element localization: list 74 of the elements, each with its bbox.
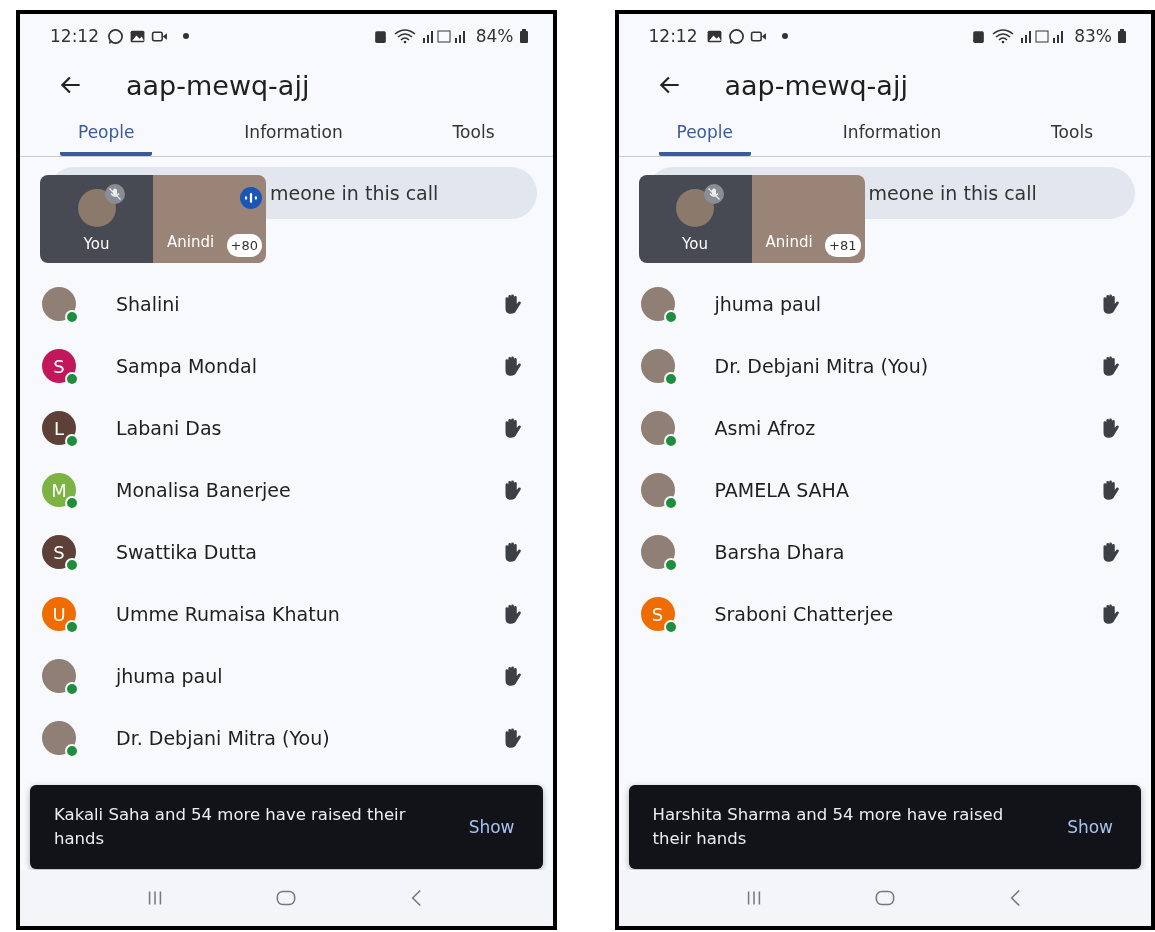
online-status-dot xyxy=(65,434,79,448)
notice-text: meone in this call xyxy=(270,182,439,204)
participant-name: Umme Rumaisa Khatun xyxy=(116,603,341,625)
tab[interactable]: Information xyxy=(824,112,960,156)
tile-label: You xyxy=(682,235,708,253)
battery-percent: 84% xyxy=(475,26,514,46)
meeting-title: aap-mewq-ajj xyxy=(724,69,908,101)
avatar-placeholder xyxy=(676,189,714,227)
battery-icon xyxy=(518,28,529,44)
avatar-placeholder xyxy=(640,411,675,445)
status-time: 12:12 xyxy=(648,26,698,46)
notice-text: meone in this call xyxy=(868,182,1037,204)
notification-dot xyxy=(183,33,189,39)
status-time: 12:12 xyxy=(50,26,99,46)
online-status-dot xyxy=(65,682,79,696)
participant-name: Labani Das xyxy=(116,417,223,439)
tab[interactable]: Tools xyxy=(1033,112,1111,156)
snackbar-message: Kakali Saha and 54 more have raised their hands xyxy=(54,804,407,850)
avatar-placeholder xyxy=(640,349,675,383)
tab[interactable]: People xyxy=(60,112,153,156)
tile-label: Anindi xyxy=(765,233,813,251)
battery-percent: 83% xyxy=(1074,26,1112,46)
participant-name: Dr. Debjani Mitra (You) xyxy=(714,355,930,377)
avatar-placeholder xyxy=(640,535,675,569)
battery-icon xyxy=(1117,28,1127,44)
letter-avatar: L xyxy=(42,411,76,445)
tile-label: You xyxy=(83,235,110,253)
participant-name: Barsha Dhara xyxy=(714,541,846,563)
participant-count-badge: +81 xyxy=(825,234,861,257)
show-button[interactable]: Show xyxy=(464,811,519,843)
self-tile[interactable]: You xyxy=(40,175,153,263)
wifi-icon xyxy=(992,28,1015,44)
letter-avatar: S xyxy=(42,349,76,383)
participant-name: Sraboni Chatterjee xyxy=(714,603,895,625)
avatar-placeholder xyxy=(77,189,116,227)
online-status-dot xyxy=(65,558,79,572)
online-status-dot xyxy=(65,744,79,758)
letter-avatar: S xyxy=(640,597,675,631)
participant-name: jhuma paul xyxy=(116,665,224,687)
letter-avatar: S xyxy=(42,535,76,569)
online-status-dot xyxy=(65,496,79,510)
avatar-placeholder xyxy=(42,721,76,755)
online-status-dot xyxy=(65,310,79,324)
participant-count-badge: +80 xyxy=(226,234,262,257)
tab[interactable]: People xyxy=(658,112,751,156)
participant-name: Swattika Dutta xyxy=(116,541,258,563)
snackbar-message: Harshita Sharma and 54 more have raised their hands xyxy=(652,804,1005,850)
video-placeholder[interactable]: Anindi +81 xyxy=(751,175,865,263)
participant-name: Asmi Afroz xyxy=(714,417,817,439)
online-status-dot xyxy=(65,620,79,634)
online-status-dot xyxy=(65,372,79,386)
tab[interactable]: Tools xyxy=(434,112,513,156)
participant-name: jhuma paul xyxy=(714,293,823,315)
tile-label: Anindi xyxy=(167,233,215,251)
self-tile[interactable]: You xyxy=(638,175,752,263)
meeting-title: aap-mewq-ajj xyxy=(126,69,310,101)
avatar-placeholder xyxy=(640,287,675,321)
letter-avatar: U xyxy=(42,597,76,631)
letter-avatar: M xyxy=(42,473,76,507)
participant-name: Shalini xyxy=(116,293,181,315)
show-button[interactable]: Show xyxy=(1063,811,1117,843)
video-placeholder[interactable]: Anindi +80 xyxy=(153,175,266,263)
avatar-placeholder xyxy=(640,473,675,507)
avatar-placeholder xyxy=(42,659,76,693)
participant-name: Dr. Debjani Mitra (You) xyxy=(116,727,331,749)
chat-bubble-icon xyxy=(727,27,745,45)
participant-name: PAMELA SAHA xyxy=(714,479,850,501)
chat-bubble-icon xyxy=(107,27,124,45)
participant-name: Monalisa Banerjee xyxy=(116,479,292,501)
participant-name: Sampa Mondal xyxy=(116,355,258,377)
avatar-placeholder xyxy=(42,287,76,321)
tab[interactable]: Information xyxy=(226,112,361,156)
notification-dot xyxy=(781,33,788,39)
wifi-icon xyxy=(393,28,416,44)
